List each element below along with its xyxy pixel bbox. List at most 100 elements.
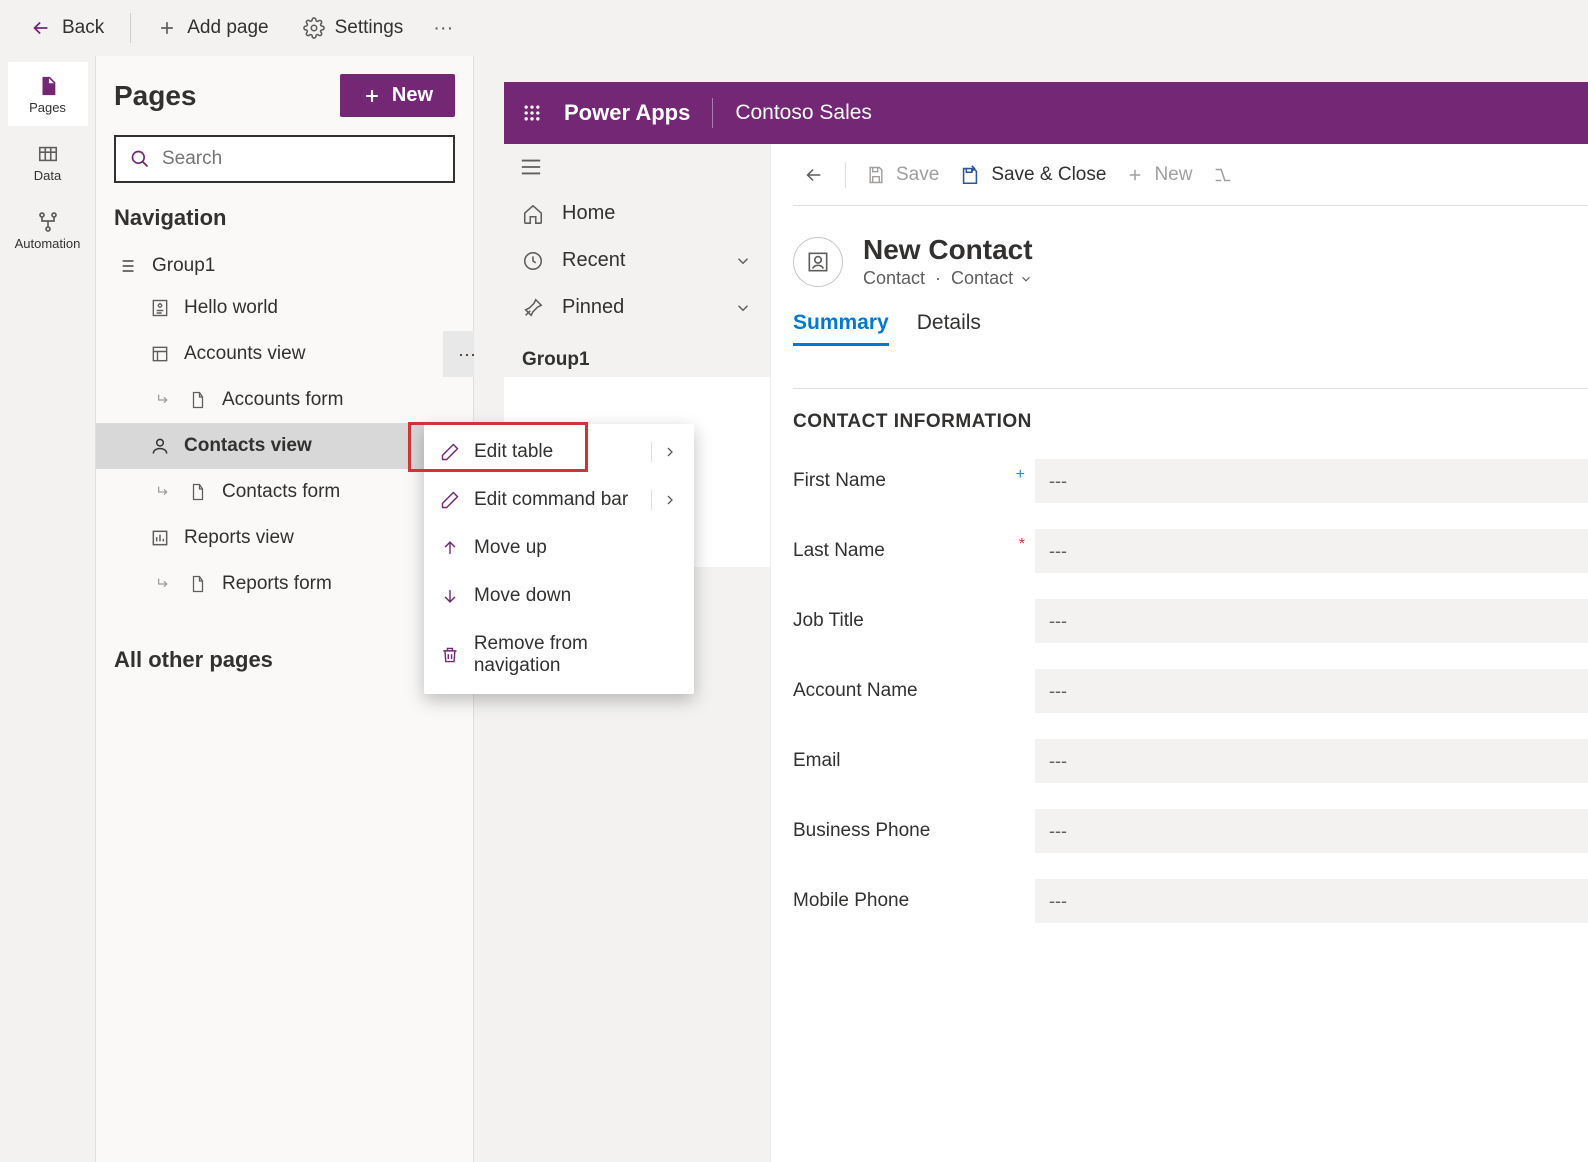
nav-label: Contacts form	[222, 481, 340, 503]
all-other-pages-heading: All other pages	[114, 647, 455, 673]
record-title: New Contact	[863, 234, 1033, 266]
rail-automation-label: Automation	[15, 236, 81, 251]
ctx-remove-label: Remove from navigation	[474, 633, 678, 677]
cmd-new[interactable]: New	[1126, 164, 1192, 186]
required-indicator: *	[1019, 536, 1025, 554]
chevron-down-icon	[1019, 272, 1033, 286]
ctx-edit-table-label: Edit table	[474, 441, 553, 463]
rail-pages-label: Pages	[29, 100, 66, 115]
ctx-move-up-label: Move up	[474, 537, 547, 559]
group-label: Group1	[152, 255, 215, 277]
first-name-input[interactable]: ---	[1035, 459, 1588, 503]
ctx-edit-table[interactable]: Edit table	[424, 428, 694, 476]
sitemap-pinned[interactable]: Pinned	[504, 284, 770, 331]
nav-item-contacts-view[interactable]: Contacts view	[96, 423, 473, 469]
email-input[interactable]: ---	[1035, 739, 1588, 783]
field-email: Email ---	[793, 739, 1588, 783]
subpage-arrow-icon	[154, 574, 174, 594]
nav-group-header[interactable]: Group1	[114, 247, 455, 285]
nav-item-hello[interactable]: Hello world	[114, 285, 455, 331]
tab-bar: Summary Details	[793, 311, 1588, 356]
page-icon	[36, 74, 60, 98]
waffle-icon[interactable]	[522, 103, 542, 123]
search-input[interactable]	[162, 148, 439, 170]
settings-label: Settings	[335, 17, 404, 39]
field-first-name: First Name+ ---	[793, 459, 1588, 503]
cmd-save[interactable]: Save	[866, 164, 939, 186]
new-page-button[interactable]: New	[340, 74, 455, 117]
ctx-move-up[interactable]: Move up	[424, 524, 694, 572]
ctx-move-down[interactable]: Move down	[424, 572, 694, 620]
job-title-input[interactable]: ---	[1035, 599, 1588, 643]
sitemap-group-label: Group1	[504, 331, 770, 377]
sitemap-pinned-label: Pinned	[562, 296, 624, 319]
cmd-flow[interactable]	[1212, 164, 1234, 186]
form-icon	[188, 482, 208, 502]
list-icon	[116, 256, 136, 276]
cmd-new-label: New	[1154, 164, 1192, 186]
nav-item-accounts-view[interactable]: Accounts view ···	[96, 331, 473, 377]
chevron-down-icon	[734, 252, 752, 270]
back-button[interactable]: Back	[16, 11, 118, 45]
search-box[interactable]	[114, 135, 455, 183]
rail-automation[interactable]: Automation	[8, 198, 88, 262]
form-icon	[188, 390, 208, 410]
sitemap-home[interactable]: Home	[504, 190, 770, 237]
subpage-arrow-icon	[154, 390, 174, 410]
subpage-arrow-icon	[154, 482, 174, 502]
form-section: CONTACT INFORMATION First Name+ --- Last…	[793, 388, 1588, 923]
back-arrow-icon[interactable]	[803, 164, 825, 186]
tab-details[interactable]: Details	[917, 311, 981, 346]
recommended-indicator: +	[1016, 466, 1025, 484]
avatar	[793, 237, 843, 287]
flow-icon	[36, 210, 60, 234]
field-last-name: Last Name* ---	[793, 529, 1588, 573]
rail-data[interactable]: Data	[8, 130, 88, 194]
left-rail: Pages Data Automation	[0, 56, 96, 1162]
app-name-label: Contoso Sales	[735, 101, 872, 125]
form-icon	[188, 574, 208, 594]
nav-item-reports-form[interactable]: Reports form	[114, 561, 455, 607]
mobile-phone-input[interactable]: ---	[1035, 879, 1588, 923]
settings-button[interactable]: Settings	[289, 11, 418, 45]
arrow-up-icon	[440, 538, 460, 558]
nav-item-contacts-form[interactable]: Contacts form	[114, 469, 455, 515]
rail-pages[interactable]: Pages	[8, 62, 88, 126]
sitemap-recent[interactable]: Recent	[504, 237, 770, 284]
record-entity: Contact	[863, 268, 925, 289]
custom-page-icon	[150, 298, 170, 318]
add-page-label: Add page	[187, 17, 268, 39]
record-form-picker[interactable]: Contact	[951, 268, 1033, 289]
brand-label: Power Apps	[564, 100, 690, 126]
navigation-heading: Navigation	[114, 205, 455, 231]
chevron-right-icon	[662, 492, 678, 508]
nav-label: Accounts form	[222, 389, 343, 411]
hamburger-icon[interactable]	[504, 158, 770, 190]
pencil-icon	[440, 442, 460, 462]
last-name-input[interactable]: ---	[1035, 529, 1588, 573]
more-button[interactable]: ···	[423, 11, 463, 46]
plus-icon	[1126, 166, 1144, 184]
nav-label: Contacts view	[184, 435, 312, 457]
account-name-input[interactable]: ---	[1035, 669, 1588, 713]
add-page-button[interactable]: Add page	[143, 11, 282, 45]
nav-label: Reports form	[222, 573, 332, 595]
pencil-icon	[440, 490, 460, 510]
ctx-edit-cmdbar-label: Edit command bar	[474, 489, 628, 511]
nav-item-accounts-form[interactable]: Accounts form	[114, 377, 455, 423]
chart-icon	[150, 528, 170, 548]
clock-icon	[522, 250, 544, 272]
nav-item-reports-view[interactable]: Reports view	[114, 515, 455, 561]
ctx-remove[interactable]: Remove from navigation	[424, 620, 694, 690]
sitemap-recent-label: Recent	[562, 249, 625, 272]
trash-icon	[440, 645, 460, 665]
search-icon	[130, 149, 150, 169]
tab-summary[interactable]: Summary	[793, 311, 889, 346]
business-phone-input[interactable]: ---	[1035, 809, 1588, 853]
cmd-save-close[interactable]: Save & Close	[959, 164, 1106, 186]
cmd-separator	[845, 162, 846, 188]
ctx-edit-command-bar[interactable]: Edit command bar	[424, 476, 694, 524]
cmd-save-label: Save	[896, 164, 939, 186]
context-menu: Edit table Edit command bar Move up Move…	[424, 424, 694, 694]
cmd-save-close-label: Save & Close	[991, 164, 1106, 186]
